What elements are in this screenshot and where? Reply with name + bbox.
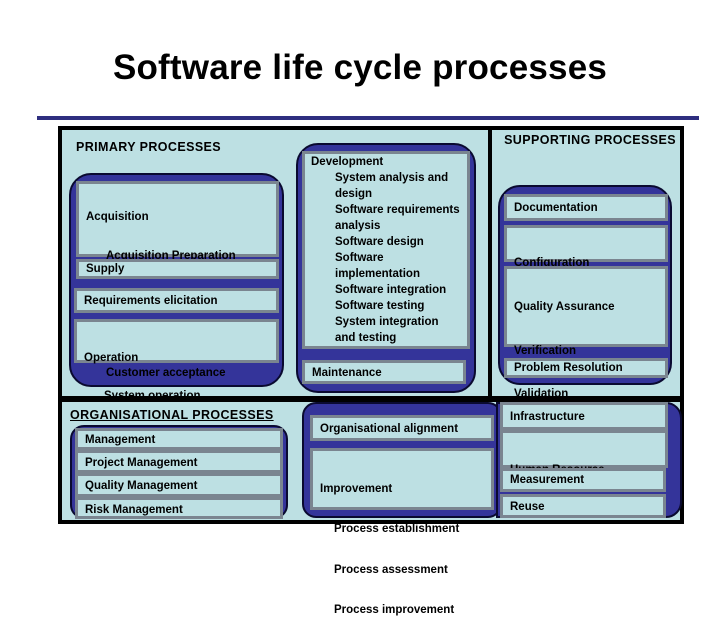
improvement-title: Improvement <box>320 483 393 495</box>
development-item: Software implementation <box>335 252 420 280</box>
improvement-item: Process establishment <box>334 523 460 535</box>
qa-item: Quality Assurance <box>514 301 615 313</box>
improvement-group: Organisational alignment Improvement Pro… <box>302 402 502 616</box>
management-item: Management <box>75 428 283 450</box>
management-item: Risk Management <box>75 497 283 519</box>
qa-item: Verification <box>514 344 576 357</box>
slide-title: Software life cycle processes <box>112 48 608 87</box>
requirements-box: Requirements elicitation <box>74 288 279 313</box>
organisational-header: ORGANISATIONAL PROCESSES <box>70 408 274 422</box>
documentation-box: Documentation <box>504 194 668 221</box>
acquisition-box: Acquisition Acquisition Preparation Supp… <box>76 181 279 379</box>
development-box: Development System analysis and design S… <box>302 151 470 349</box>
problem-resolution-box: Problem Resolution <box>504 358 668 378</box>
development-item: Software integration <box>335 284 447 296</box>
primary-left-group: Acquisition Acquisition Preparation Supp… <box>69 173 284 439</box>
development-title: Development <box>311 156 384 168</box>
improvement-box: Improvement Process establishment Proces… <box>310 448 494 616</box>
operation-box: Operation System operation Customer supp… <box>74 319 279 439</box>
infrastructure-box: Infrastructure <box>500 402 668 430</box>
reuse-box: Reuse <box>500 494 666 518</box>
improvement-item: Process improvement <box>334 604 455 616</box>
human-resource-box: Human Resource Management <box>500 430 668 489</box>
qa-item: Validation <box>514 388 569 400</box>
infrastructure-group: Infrastructure Human Resource Management… <box>496 402 682 518</box>
configuration-box: Configuration Management <box>504 225 668 282</box>
quality-assurance-box: Quality Assurance Verification Validatio… <box>504 266 668 487</box>
development-item: Software design <box>335 236 424 248</box>
management-group: Management Project Management Quality Ma… <box>70 425 288 519</box>
management-item: Quality Management <box>75 473 283 497</box>
management-item: Project Management <box>75 450 283 473</box>
acquisition-title: Acquisition <box>86 211 149 223</box>
diagram-frame: PRIMARY PROCESSES Acquisition Acquisitio… <box>58 126 684 616</box>
organisational-panel: ORGANISATIONAL PROCESSES Management Proj… <box>62 402 682 616</box>
operation-item: System operation <box>104 390 201 402</box>
supporting-panel: SUPPORTING PROCESSES Documentation Confi… <box>492 130 680 487</box>
development-item: System analysis and design <box>335 172 449 200</box>
primary-panel: PRIMARY PROCESSES Acquisition Acquisitio… <box>62 130 488 439</box>
improvement-item: Process assessment <box>334 563 448 576</box>
supporting-header: SUPPORTING PROCESSES <box>504 133 676 147</box>
maintenance-box: Maintenance <box>302 360 466 384</box>
supply-box: Supply <box>76 259 279 279</box>
primary-header: PRIMARY PROCESSES <box>76 140 222 154</box>
supporting-group: Documentation Configuration Management Q… <box>498 185 672 487</box>
development-item: Software requirements analysis <box>335 204 460 232</box>
organisational-alignment-box: Organisational alignment <box>310 415 494 441</box>
development-item: Software testing <box>335 300 425 312</box>
development-item: System integration and testing <box>335 316 439 344</box>
development-group: Development System analysis and design S… <box>296 143 476 393</box>
title-divider <box>37 116 699 120</box>
measurement-box: Measurement <box>500 468 666 492</box>
operation-title: Operation <box>84 352 139 364</box>
